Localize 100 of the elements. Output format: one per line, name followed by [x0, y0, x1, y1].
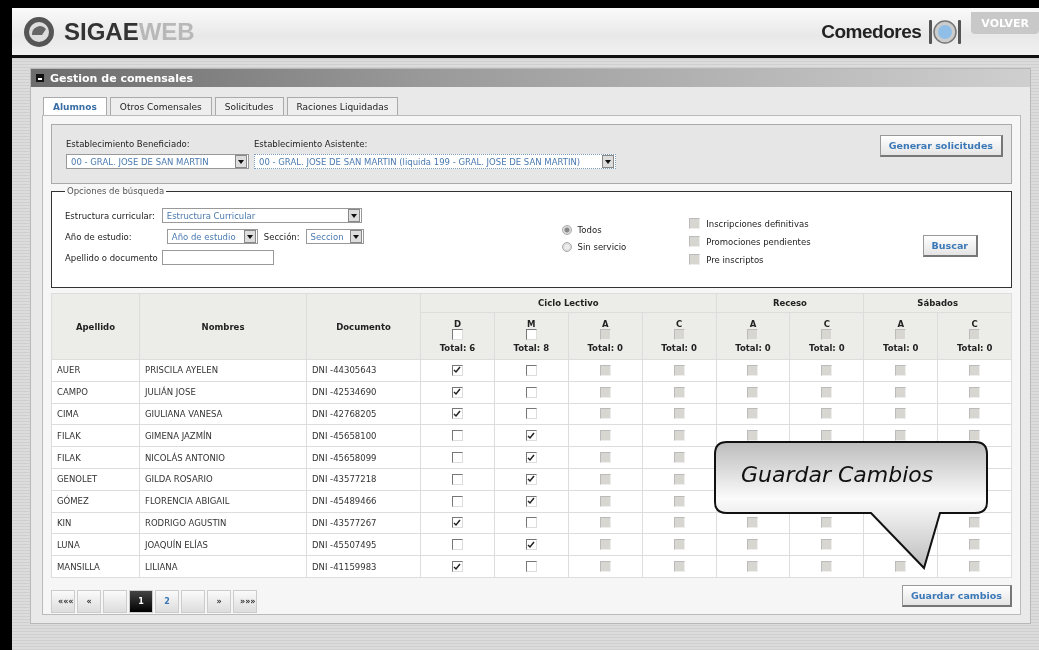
checkbox[interactable] — [525, 364, 537, 376]
column-total: Total: 0 — [660, 343, 698, 353]
checkbox[interactable] — [525, 473, 537, 485]
generate-requests-button[interactable]: Generar solicitudes — [879, 135, 1003, 157]
checkbox[interactable] — [451, 408, 463, 420]
table-cell: DNI -42534690 — [306, 381, 421, 404]
table-cell: DNI -43577218 — [306, 468, 421, 491]
page-nav-button[interactable]: »»» — [233, 589, 257, 613]
radio-label: Sin servicio — [577, 242, 627, 252]
page-nav-button[interactable]: ««« — [51, 589, 75, 613]
table-cell: FILAK — [51, 446, 140, 469]
table-cell: FILAK — [51, 424, 140, 447]
checkbox[interactable] — [451, 329, 463, 340]
pager-blank-button[interactable] — [181, 589, 205, 613]
table-cell: PRISCILA AYELEN — [139, 359, 307, 382]
page-button[interactable]: 1 — [129, 589, 153, 613]
checkbox[interactable] — [451, 430, 463, 442]
table-cell: DNI -45658100 — [306, 424, 421, 447]
column-group-header: Sábados — [863, 293, 1012, 313]
radio-button[interactable] — [561, 225, 572, 235]
table-cell: DNI -41159983 — [306, 555, 421, 578]
tab[interactable]: Alumnos — [43, 97, 107, 115]
curriculum-select[interactable]: Estructura Curricular — [161, 208, 362, 223]
table-cell: JULIÁN JOSE — [139, 381, 307, 404]
field-label: Establecimiento Beneficiado: — [66, 139, 191, 149]
page-button[interactable]: 2 — [155, 589, 179, 613]
checkbox[interactable] — [525, 452, 537, 464]
checkbox[interactable] — [689, 236, 701, 247]
column-total: Total: 6 — [438, 343, 477, 353]
table-cell: GIMENA JAZMÍN — [139, 424, 307, 447]
checkbox-label: Inscripciones definitivas — [706, 218, 809, 229]
column-header: C — [674, 319, 684, 329]
radio-label: Todos — [577, 225, 602, 235]
column-group-header: Receso — [716, 293, 864, 313]
page-nav-button[interactable]: » — [207, 589, 231, 613]
table-cell: DNI -44305643 — [306, 359, 421, 382]
logo-text-accent: WEB — [138, 17, 195, 46]
search-button[interactable]: Buscar — [922, 235, 978, 257]
field-label: Estructura curricular: — [65, 210, 156, 221]
column-header: M — [526, 319, 537, 329]
checkbox[interactable] — [525, 386, 537, 398]
column-total: Total: 0 — [734, 343, 772, 353]
column-total: Total: 0 — [586, 343, 624, 353]
logo-icon — [22, 14, 56, 49]
table-cell: GIULIANA VANESA — [139, 403, 307, 425]
checkbox[interactable] — [451, 517, 463, 529]
table-cell: JOAQUÍN ELÍAS — [139, 533, 307, 556]
checkbox[interactable] — [451, 473, 463, 485]
checkbox[interactable] — [525, 539, 537, 551]
column-header: Apellido — [51, 293, 140, 360]
search-field[interactable] — [161, 250, 274, 265]
page-nav-button[interactable]: « — [77, 589, 101, 613]
tab[interactable]: Raciones Liquidadas — [286, 97, 399, 115]
checkbox[interactable] — [525, 495, 537, 507]
tab[interactable]: Otros Comensales — [109, 97, 212, 115]
caret-icon — [605, 159, 611, 164]
radio-button[interactable] — [561, 242, 572, 252]
school-select[interactable]: 00 - GRAL. JOSE DE SAN MARTIN — [66, 154, 249, 169]
table-cell: LUNA — [51, 533, 140, 556]
field-label: Año de estudio: — [65, 231, 133, 242]
checkbox[interactable] — [451, 495, 463, 507]
checkbox[interactable] — [525, 329, 537, 340]
table-cell: FLORENCIA ABIGAIL — [139, 490, 307, 513]
checkbox[interactable] — [689, 254, 701, 265]
checkbox[interactable] — [525, 561, 537, 573]
pager-blank-button[interactable] — [103, 589, 127, 613]
table-cell: DNI -45658099 — [306, 446, 421, 469]
module-title: Comedores — [821, 20, 922, 43]
table-cell: DNI -43577267 — [306, 512, 421, 534]
checkbox[interactable] — [525, 430, 537, 442]
caret-icon — [350, 213, 357, 218]
checkbox[interactable] — [451, 539, 463, 551]
column-total: Total: 0 — [808, 343, 846, 353]
field-label: Apellido o documento — [65, 252, 158, 263]
table-cell: GÓMEZ — [51, 490, 140, 513]
checkbox[interactable] — [451, 561, 463, 573]
checkbox[interactable] — [451, 452, 463, 464]
table-cell: KIN — [51, 512, 140, 534]
tab[interactable]: Solicitudes — [214, 97, 284, 115]
field-label: Sección: — [263, 231, 300, 242]
school-select[interactable]: 00 - GRAL. JOSE DE SAN MARTIN (liquida 199 - GRAL. JOSE DE SAN MARTIN) — [254, 154, 616, 169]
checkbox[interactable] — [451, 364, 463, 376]
table-cell: DNI -45507495 — [306, 533, 421, 556]
checkbox[interactable] — [689, 218, 701, 229]
checkbox[interactable] — [451, 386, 463, 398]
checkbox[interactable] — [525, 517, 537, 529]
table-cell: GILDA ROSARIO — [139, 468, 307, 491]
save-button[interactable]: Guardar cambios — [901, 584, 1012, 607]
table-cell: RODRIGO AGUSTIN — [139, 512, 307, 534]
column-total: Total: 0 — [882, 343, 920, 353]
column-total: Total: 8 — [512, 343, 551, 353]
checkbox[interactable] — [525, 408, 537, 420]
section-select[interactable]: Seccion — [305, 229, 364, 244]
table-cell: MANSILLA — [51, 555, 140, 578]
collapse-icon[interactable] — [36, 74, 44, 82]
panel-title: Gestion de comensales — [50, 71, 194, 85]
column-group-header: Ciclo Lectivo — [420, 293, 717, 313]
year-select[interactable]: Año de estudio — [166, 229, 258, 244]
table-cell: AUER — [51, 359, 140, 382]
caret-icon — [246, 234, 253, 239]
